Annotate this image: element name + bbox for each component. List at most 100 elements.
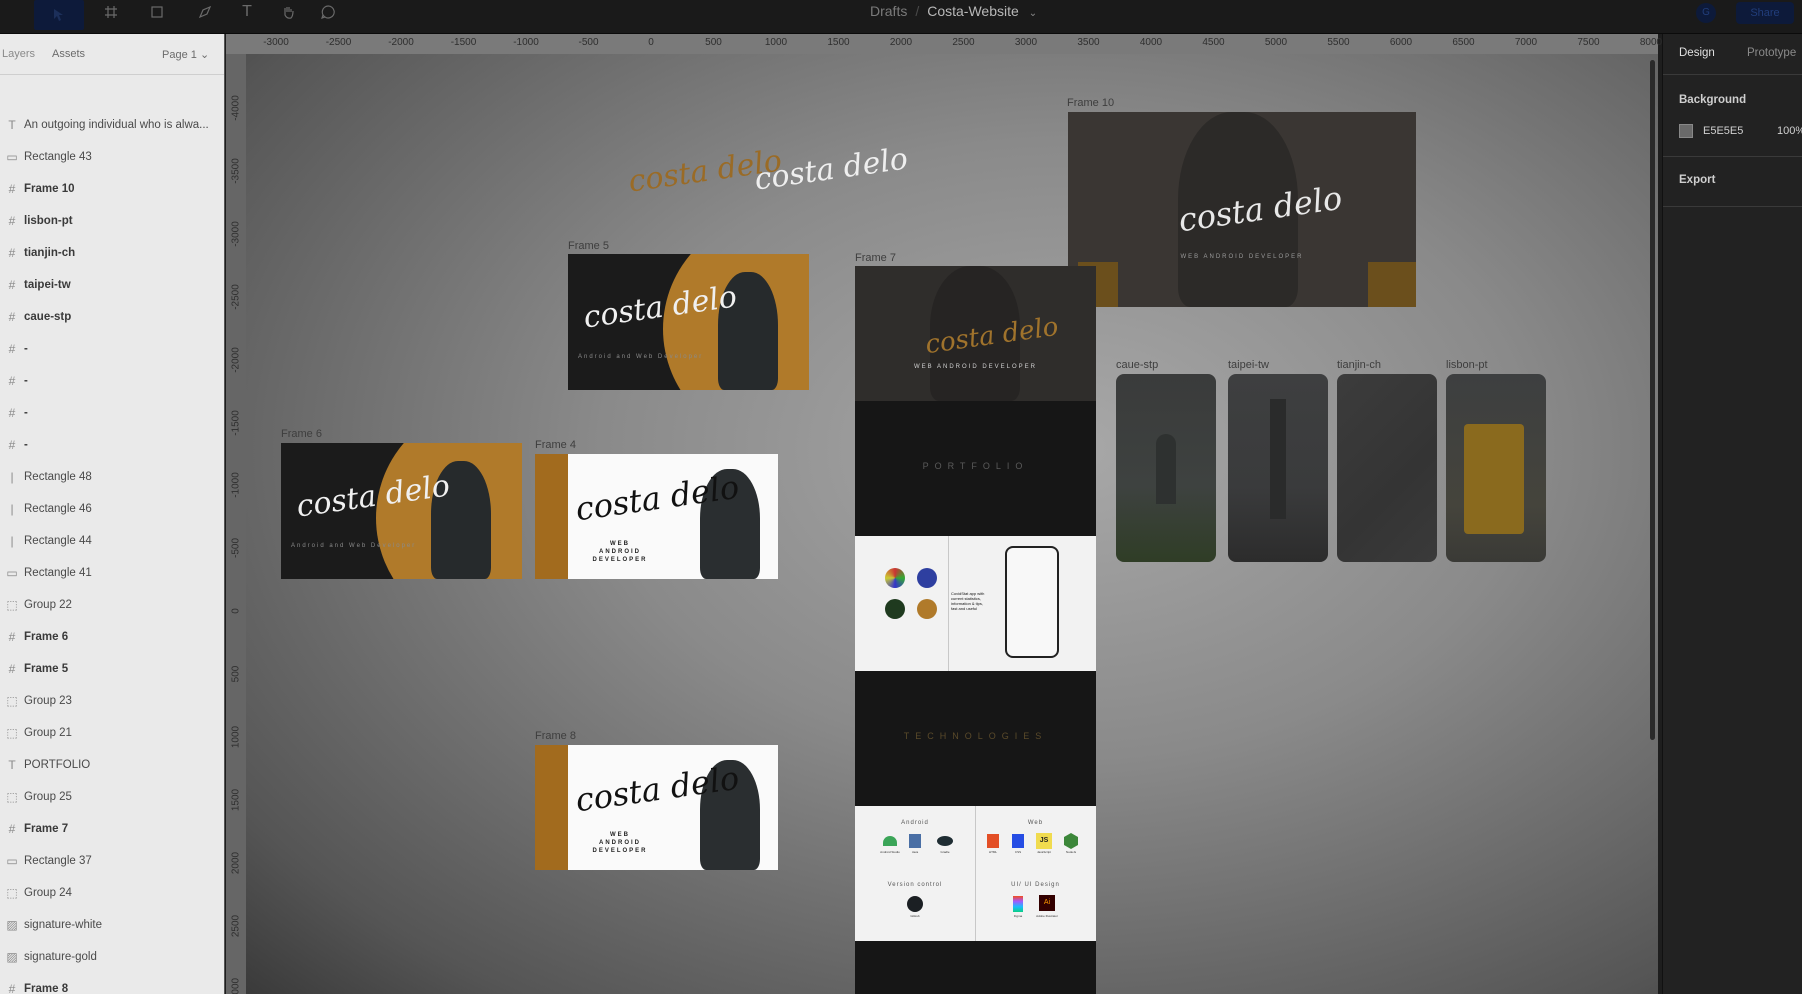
tianjin-ch-card[interactable] <box>1337 374 1437 562</box>
ruler-tick-label: 3000 <box>230 977 242 994</box>
layer-name: Frame 8 <box>24 983 69 994</box>
html-icon <box>987 834 999 848</box>
frame-10[interactable]: costa delo WEB ANDROID DEVELOPER <box>1068 112 1416 307</box>
tech-label-javascript: JavaScript <box>1036 850 1051 854</box>
layer-item[interactable]: | Rectangle 46 <box>0 493 224 525</box>
ruler-tick-label: 2000 <box>230 851 242 874</box>
layer-item[interactable]: # - <box>0 365 224 397</box>
layer-item[interactable]: T An outgoing individual who is alwa... <box>0 109 224 141</box>
layer-item[interactable]: ⬚ Group 24 <box>0 877 224 909</box>
layer-item[interactable]: # tianjin-ch <box>0 237 224 269</box>
ruler-tick-label: -1000 <box>230 472 242 499</box>
taipei-tw-label[interactable]: taipei-tw <box>1228 359 1269 371</box>
move-tool-button[interactable] <box>34 0 84 30</box>
layer-item[interactable]: ⬚ Group 23 <box>0 685 224 717</box>
layer-item[interactable]: # lisbon-pt <box>0 205 224 237</box>
layer-item[interactable]: | Rectangle 44 <box>0 525 224 557</box>
file-name[interactable]: Costa-Website <box>927 3 1019 19</box>
layer-item[interactable]: ▭ Rectangle 41 <box>0 557 224 589</box>
layer-item[interactable]: # Frame 7 <box>0 813 224 845</box>
layer-item[interactable]: ▨ signature-gold <box>0 941 224 973</box>
layer-item[interactable]: ⬚ Group 21 <box>0 717 224 749</box>
breadcrumb-drafts[interactable]: Drafts <box>870 3 907 19</box>
app-icon <box>917 599 937 619</box>
tech-group-android: Android <box>901 820 929 826</box>
tab-assets[interactable]: Assets <box>52 48 85 60</box>
layer-item[interactable]: # Frame 10 <box>0 173 224 205</box>
ruler-tick-label: 7000 <box>1514 37 1538 48</box>
layer-item[interactable]: # taipei-tw <box>0 269 224 301</box>
ruler-tick-label: 2500 <box>952 37 975 48</box>
hand-tool-button[interactable] <box>274 0 302 24</box>
background-opacity-input[interactable]: 100% <box>1777 125 1802 137</box>
pen-tool-button[interactable] <box>190 0 220 24</box>
layer-item[interactable]: ▭ Rectangle 37 <box>0 845 224 877</box>
frame-7[interactable]: costa delo WEB ANDROID DEVELOPER PORTFOL… <box>855 266 1096 994</box>
page-selector[interactable]: Page 1 ⌄ <box>162 48 209 61</box>
frame-6[interactable]: costa delo Android and Web Developer <box>281 443 522 579</box>
ruler-tick-label: 3500 <box>1077 37 1100 48</box>
rectangle-icon <box>151 6 163 18</box>
tianjin-ch-label[interactable]: tianjin-ch <box>1337 359 1381 371</box>
export-section-title[interactable]: Export <box>1679 174 1715 186</box>
layer-item[interactable]: ▨ signature-white <box>0 909 224 941</box>
shape-tool-button[interactable] <box>142 0 172 24</box>
figma-icon <box>1013 896 1023 912</box>
app-icon <box>885 599 905 619</box>
layer-item[interactable]: ⬚ Group 22 <box>0 589 224 621</box>
share-button[interactable]: Share <box>1736 2 1794 24</box>
canvas-scrollbar[interactable] <box>1650 60 1655 740</box>
layer-name: Frame 6 <box>24 631 69 643</box>
caue-stp-card[interactable] <box>1116 374 1216 562</box>
text-tool-button[interactable]: T <box>234 0 260 24</box>
caue-stp-label[interactable]: caue-stp <box>1116 359 1158 371</box>
layer-item[interactable]: | Rectangle 48 <box>0 461 224 493</box>
avatar[interactable]: G <box>1696 3 1716 23</box>
ruler-tick-label: 4000 <box>1139 37 1163 48</box>
tab-design[interactable]: Design <box>1679 47 1715 59</box>
frame-layer-icon: # <box>8 662 16 676</box>
frame-7-label[interactable]: Frame 7 <box>855 252 896 264</box>
frame-6-label[interactable]: Frame 6 <box>281 428 322 440</box>
background-color-swatch[interactable] <box>1679 124 1693 138</box>
comment-tool-button[interactable] <box>314 0 342 24</box>
tab-layers[interactable]: Layers <box>2 48 35 60</box>
lisbon-pt-label[interactable]: lisbon-pt <box>1446 359 1488 371</box>
frame-5[interactable]: costa delo Android and Web Developer <box>568 254 809 390</box>
layer-name: caue-stp <box>24 311 72 323</box>
frame-tool-button[interactable] <box>96 0 126 24</box>
layer-item[interactable]: ▭ Rectangle 43 <box>0 141 224 173</box>
rectangle-layer-icon: ▭ <box>6 566 18 580</box>
tech-group-web: Web <box>1027 820 1044 826</box>
layer-name: Frame 7 <box>24 823 69 835</box>
frame-8[interactable]: costa delo WEB ANDROID DEVELOPER <box>535 745 778 870</box>
frame-5-label[interactable]: Frame 5 <box>568 240 609 252</box>
layer-item[interactable]: T PORTFOLIO <box>0 749 224 781</box>
layer-item[interactable]: # Frame 6 <box>0 621 224 653</box>
ruler-tick-label: -500 <box>230 538 242 559</box>
lisbon-pt-card[interactable] <box>1446 374 1546 562</box>
background-section-title: Background <box>1679 94 1747 106</box>
frame-4-label[interactable]: Frame 4 <box>535 439 576 451</box>
layer-name: An outgoing individual who is alwa... <box>24 119 209 131</box>
layer-item[interactable]: # Frame 8 <box>0 973 224 994</box>
layer-name: Group 23 <box>24 695 72 707</box>
taipei-tw-card[interactable] <box>1228 374 1328 562</box>
layer-item[interactable]: # - <box>0 397 224 429</box>
frame-layer-icon: # <box>8 246 16 260</box>
ruler-tick-label: 500 <box>705 37 722 48</box>
frame-8-label[interactable]: Frame 8 <box>535 730 576 742</box>
hero-subtitle: WEB ANDROID DEVELOPER <box>913 364 1038 370</box>
layer-item[interactable]: # - <box>0 333 224 365</box>
frame-layer-icon: # <box>8 438 16 452</box>
frame-4[interactable]: costa delo WEB ANDROID DEVELOPER <box>535 454 778 579</box>
layer-item[interactable]: # - <box>0 429 224 461</box>
layer-item[interactable]: # caue-stp <box>0 301 224 333</box>
background-hex-input[interactable]: E5E5E5 <box>1703 125 1743 137</box>
chevron-down-icon[interactable]: ⌄ <box>1029 8 1037 19</box>
frame-10-label[interactable]: Frame 10 <box>1067 97 1114 109</box>
tab-prototype[interactable]: Prototype <box>1747 47 1796 59</box>
layer-item[interactable]: # Frame 5 <box>0 653 224 685</box>
canvas[interactable]: costa delo costa delo Frame 10 costa del… <box>246 54 1658 994</box>
layer-item[interactable]: ⬚ Group 25 <box>0 781 224 813</box>
